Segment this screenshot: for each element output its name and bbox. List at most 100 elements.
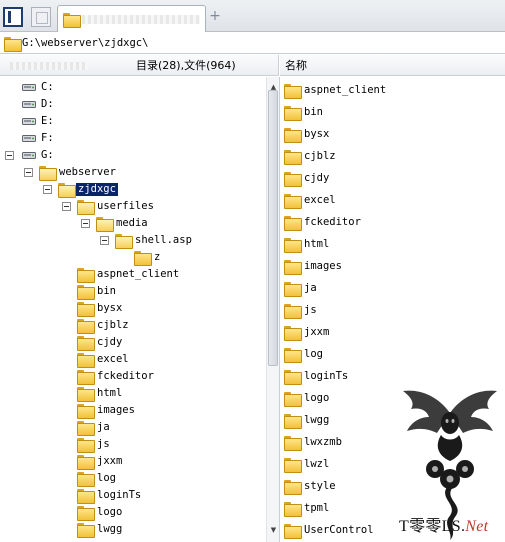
tree-label: C: [41, 81, 54, 93]
folder-icon [284, 348, 302, 363]
tab-active[interactable] [57, 5, 206, 32]
hard-drive-icon [22, 152, 36, 159]
redacted-tab-title [82, 15, 200, 24]
folder-icon [77, 302, 95, 317]
folder-icon [77, 387, 95, 402]
tree-item-shell-asp[interactable]: shell.asp [0, 232, 260, 249]
tree-label: cjblz [97, 319, 129, 331]
folder-icon [77, 489, 95, 504]
folder-icon [77, 370, 95, 385]
tree-item-z[interactable]: z [0, 249, 260, 266]
folder-icon [284, 436, 302, 451]
folder-icon [284, 304, 302, 319]
name-column-header[interactable]: 名称 [285, 59, 307, 72]
tree-label: cjdy [97, 336, 123, 348]
folder-icon [77, 200, 95, 215]
tree-item[interactable]: aspnet_client [0, 266, 260, 283]
address-bar[interactable]: G:\webserver\zjdxgc\ [0, 33, 505, 54]
tree-label: loginTs [97, 489, 142, 501]
tree-drive-d[interactable]: D: [0, 96, 260, 113]
tree-label: F: [41, 132, 54, 144]
list-item-name: aspnet_client [304, 84, 387, 96]
tree-label: js [97, 438, 110, 450]
tree-label-selected: zjdxgc [76, 183, 118, 196]
tree-drive-e[interactable]: E: [0, 113, 260, 130]
tree-item[interactable]: js [0, 436, 260, 453]
window-icon[interactable] [31, 7, 51, 27]
tree-item-zjdxgc[interactable]: zjdxgc [0, 181, 260, 198]
panel-toggle-icon[interactable] [3, 7, 23, 27]
tree-item[interactable]: jxxm [0, 453, 260, 470]
tree-label: excel [97, 353, 129, 365]
hard-drive-icon [22, 101, 36, 108]
tree-item-userfiles[interactable]: userfiles [0, 198, 260, 215]
folder-icon [4, 37, 22, 52]
folder-icon [77, 268, 95, 283]
collapse-icon[interactable] [62, 202, 71, 211]
tree-item[interactable]: logo [0, 504, 260, 521]
tree-item[interactable]: ja [0, 419, 260, 436]
list-item-name: fckeditor [304, 216, 361, 228]
folder-icon [284, 260, 302, 275]
list-item-name: lwgg [304, 414, 330, 426]
tree-item-webserver[interactable]: webserver [0, 164, 260, 181]
tree-label: html [97, 387, 123, 399]
tree-label: webserver [59, 166, 116, 178]
tree-label: shell.asp [135, 234, 192, 246]
list-item-name: tpml [304, 502, 330, 514]
scroll-down-arrow-icon[interactable]: ▼ [269, 526, 278, 535]
watermark-text: T零零LS.Net [399, 518, 488, 536]
tree-item[interactable]: html [0, 385, 260, 402]
folder-icon [77, 472, 95, 487]
tree-item[interactable]: bin [0, 283, 260, 300]
folder-icon [77, 438, 95, 453]
collapse-icon[interactable] [24, 168, 33, 177]
tree-label: z [154, 251, 161, 263]
tree-label: ja [97, 421, 110, 433]
folder-icon [77, 285, 95, 300]
tree-drive-c[interactable]: C: [0, 79, 260, 96]
tree-item[interactable]: loginTs [0, 487, 260, 504]
folder-icon [58, 183, 76, 198]
tree-label: userfiles [97, 200, 154, 212]
scrollbar-thumb[interactable] [268, 90, 278, 366]
address-path[interactable]: G:\webserver\zjdxgc\ [22, 37, 148, 50]
tree-item[interactable]: cjblz [0, 317, 260, 334]
tree-drive-g[interactable]: G: [0, 147, 260, 164]
tree-item[interactable]: bysx [0, 300, 260, 317]
folder-icon [77, 319, 95, 334]
list-item-name: jxxm [304, 326, 330, 338]
folder-icon [284, 216, 302, 231]
folder-icon [284, 458, 302, 473]
folder-icon [284, 84, 302, 99]
list-item-name: js [304, 304, 317, 316]
redacted-header [10, 62, 88, 70]
collapse-icon[interactable] [100, 236, 109, 245]
tree-label: G: [41, 149, 54, 161]
collapse-icon[interactable] [43, 185, 52, 194]
folder-icon [96, 217, 114, 232]
tree-item-media[interactable]: media [0, 215, 260, 232]
folder-tree[interactable]: C: D: E: F: G: webserver zjdxgc userfile… [0, 77, 266, 542]
tree-label: jxxm [97, 455, 123, 467]
tree-item[interactable]: fckeditor [0, 368, 260, 385]
collapse-icon[interactable] [5, 151, 14, 160]
tree-drive-f[interactable]: F: [0, 130, 260, 147]
list-item-name: style [304, 480, 336, 492]
tree-scrollbar[interactable]: ▲ ▼ [266, 77, 279, 542]
tree-item[interactable]: cjdy [0, 334, 260, 351]
folder-icon [284, 282, 302, 297]
tree-label: bysx [97, 302, 123, 314]
folder-icon [284, 524, 302, 539]
tree-item[interactable]: lwgg [0, 521, 260, 538]
new-tab-button[interactable]: + [208, 9, 222, 23]
folder-icon [77, 336, 95, 351]
tree-item[interactable]: log [0, 470, 260, 487]
collapse-icon[interactable] [81, 219, 90, 228]
tree-item[interactable]: excel [0, 351, 260, 368]
folder-icon [134, 251, 152, 266]
tree-label: log [97, 472, 116, 484]
tree-item[interactable]: images [0, 402, 260, 419]
tree-label: lwgg [97, 523, 123, 535]
list-item-name: excel [304, 194, 336, 206]
